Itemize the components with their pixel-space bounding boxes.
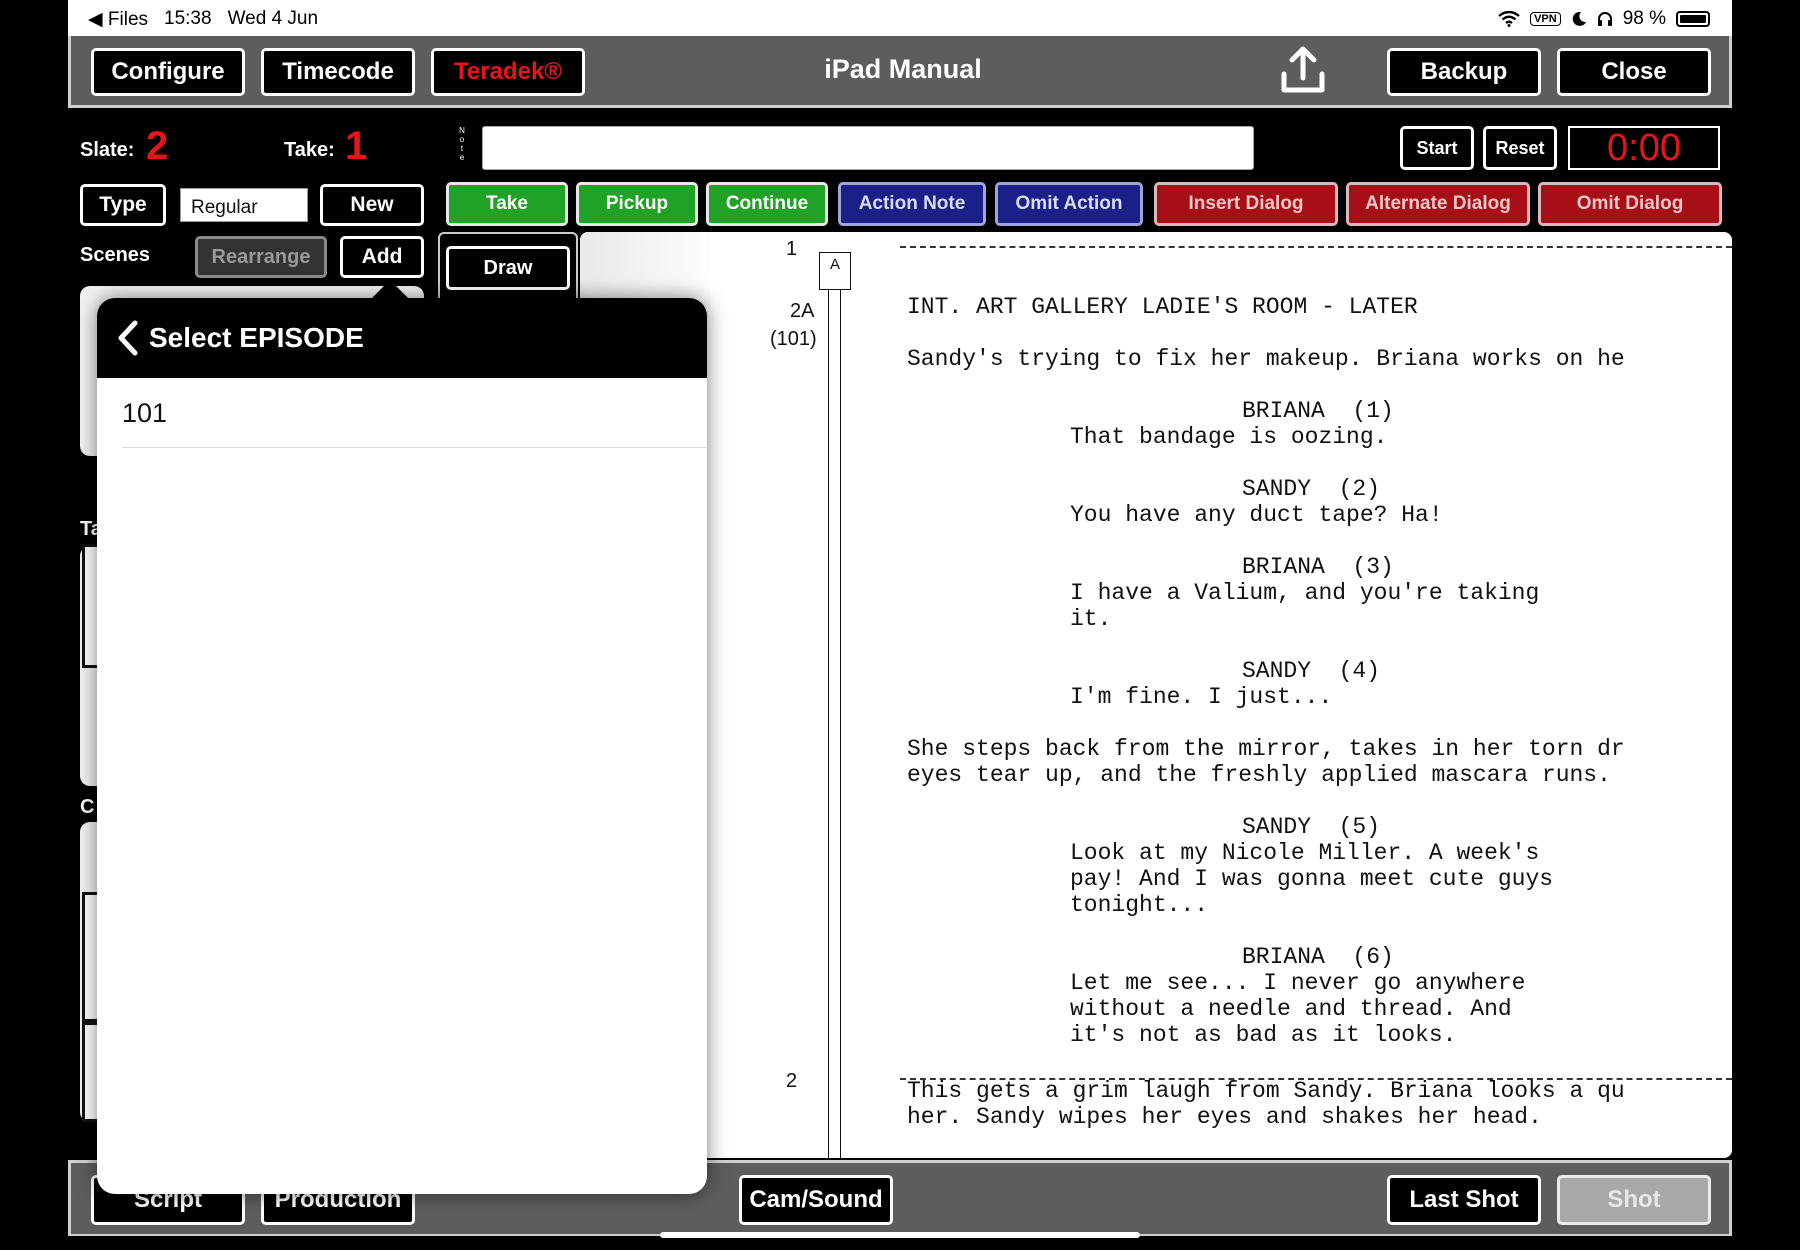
timer-start-button[interactable]: Start <box>1400 126 1474 170</box>
action-line: This gets a grim laugh from Sandy. Brian… <box>907 1078 1625 1104</box>
add-scene-button[interactable]: Add <box>340 236 424 278</box>
timer-reset-button[interactable]: Reset <box>1483 126 1557 170</box>
configure-button[interactable]: Configure <box>91 48 245 96</box>
dialog-line: Let me see... I never go anywhere <box>1070 970 1526 996</box>
date: Wed 4 Jun <box>227 8 319 29</box>
page-number: 2 <box>786 1070 798 1092</box>
dialog-line: You have any duct tape? Ha! <box>1070 502 1443 528</box>
insert-dialog-button[interactable]: Insert Dialog <box>1154 182 1338 226</box>
page-number: 1 <box>786 238 798 260</box>
scene-episode: (101) <box>770 328 817 350</box>
share-upload-icon[interactable] <box>1276 44 1330 98</box>
dialog-line: Look at my Nicole Miller. A week's <box>1070 840 1540 866</box>
headphones-icon <box>1597 12 1612 26</box>
dialog-line: pay! And I was gonna meet cute guys <box>1070 866 1554 892</box>
draw-button[interactable]: Draw <box>446 246 570 290</box>
take-action-button[interactable]: Take <box>446 182 568 226</box>
battery-percent: 98 % <box>1622 8 1666 29</box>
dialog-line: I have a Valium, and you're taking <box>1070 580 1540 606</box>
cameras-section-label: C <box>80 796 95 818</box>
dialog-line: without a needle and thread. And <box>1070 996 1512 1022</box>
character-name: BRIANA (3) <box>1242 554 1394 580</box>
slate-label: Slate: <box>80 139 135 161</box>
omit-action-button[interactable]: Omit Action <box>995 182 1143 226</box>
action-line: Sandy's trying to fix her makeup. Briana… <box>907 346 1625 372</box>
back-chevron-icon[interactable] <box>111 318 147 358</box>
popover-header: Select EPISODE <box>97 298 707 378</box>
action-line: She steps back from the mirror, takes in… <box>907 736 1625 762</box>
character-name: BRIANA (1) <box>1242 398 1394 424</box>
action-line: eyes tear up, and the freshly applied ma… <box>907 762 1611 788</box>
scene-number: 2A <box>790 300 815 322</box>
close-button[interactable]: Close <box>1557 48 1711 96</box>
scenes-label: Scenes <box>80 244 151 266</box>
vpn-badge: VPN <box>1530 12 1561 26</box>
action-line: her. Sandy wipes her eyes and shakes her… <box>907 1104 1542 1130</box>
action-note-button[interactable]: Action Note <box>838 182 986 226</box>
note-label: Note <box>459 126 465 162</box>
type-button[interactable]: Type <box>80 184 166 226</box>
character-name: BRIANA (6) <box>1242 944 1394 970</box>
pickup-button[interactable]: Pickup <box>576 182 698 226</box>
note-input[interactable] <box>482 126 1254 170</box>
new-button[interactable]: New <box>320 184 424 226</box>
backup-button[interactable]: Backup <box>1387 48 1541 96</box>
scene-heading: INT. ART GALLERY LADIE'S ROOM - LATER <box>907 294 1418 320</box>
top-toolbar: Configure Timecode Teradek® iPad Manual … <box>68 36 1732 108</box>
coverage-marker[interactable]: A <box>819 252 851 290</box>
episode-list-item[interactable]: 101 <box>122 378 707 448</box>
page-break-line <box>900 246 1732 248</box>
take-label: Take: <box>284 139 335 161</box>
clock: 15:38 <box>164 8 212 29</box>
script-page[interactable]: A 1 2A (101) INT. ART GALLERY LADIE'S RO… <box>580 232 1732 1158</box>
slate-value[interactable]: 2 <box>146 124 168 169</box>
rearrange-button[interactable]: Rearrange <box>195 236 327 278</box>
type-select[interactable]: Regular <box>180 188 308 222</box>
popover-title: Select EPISODE <box>149 322 364 353</box>
timecode-button[interactable]: Timecode <box>261 48 415 96</box>
timer-display: 0:00 <box>1568 126 1720 170</box>
alternate-dialog-button[interactable]: Alternate Dialog <box>1346 182 1530 226</box>
moon-icon <box>1572 11 1586 26</box>
teradek-button[interactable]: Teradek® <box>431 48 585 96</box>
character-name: SANDY (5) <box>1242 814 1381 840</box>
take-value[interactable]: 1 <box>345 124 367 169</box>
character-name: SANDY (2) <box>1242 476 1381 502</box>
last-shot-button[interactable]: Last Shot <box>1387 1175 1541 1225</box>
dialog-line: That bandage is oozing. <box>1070 424 1388 450</box>
shot-button[interactable]: Shot <box>1557 1175 1711 1225</box>
dialog-line: it's not as bad as it looks. <box>1070 1022 1457 1048</box>
dialog-line: I'm fine. I just... <box>1070 684 1333 710</box>
wifi-icon <box>1498 11 1520 27</box>
dialog-line: it. <box>1070 606 1112 632</box>
battery-icon <box>1676 11 1710 27</box>
character-name: SANDY (4) <box>1242 658 1381 684</box>
status-bar: ◀ Files 15:38 Wed 4 Jun VPN 98 % <box>68 0 1732 36</box>
cam-sound-button[interactable]: Cam/Sound <box>739 1175 893 1225</box>
back-to-app-link[interactable]: ◀ Files <box>88 8 148 31</box>
coverage-line[interactable] <box>828 272 829 1158</box>
omit-dialog-button[interactable]: Omit Dialog <box>1538 182 1722 226</box>
dialog-line: tonight... <box>1070 892 1209 918</box>
select-episode-popover: Select EPISODE 101 <box>97 298 707 1194</box>
home-indicator[interactable] <box>660 1232 1140 1238</box>
continue-button[interactable]: Continue <box>706 182 828 226</box>
popover-arrow <box>370 280 410 300</box>
coverage-line[interactable] <box>840 272 841 1158</box>
